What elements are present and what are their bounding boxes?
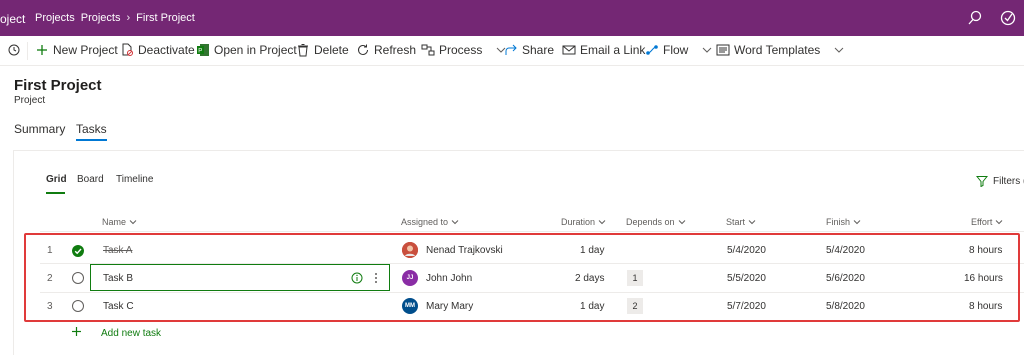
breadcrumb-item[interactable]: Projects <box>81 12 121 24</box>
flow-label: Flow <box>663 43 689 57</box>
plus-icon[interactable] <box>71 326 82 337</box>
breadcrumb-item[interactable]: Projects <box>35 12 75 24</box>
column-header-depends-on[interactable]: Depends on <box>626 217 686 227</box>
deactivate-button[interactable]: Deactivate <box>120 43 195 57</box>
column-header-duration[interactable]: Duration <box>561 217 606 227</box>
share-label: Share <box>522 43 555 57</box>
checkmark-circle-icon[interactable] <box>999 9 1017 27</box>
deactivate-label: Deactivate <box>138 43 195 57</box>
column-header-effort[interactable]: Effort <box>971 217 1003 227</box>
breadcrumb: Projects Projects › First Project <box>35 12 195 24</box>
column-label: Assigned to <box>401 217 449 227</box>
highlight-annotation <box>24 233 1020 322</box>
page-title: First Project <box>14 77 102 94</box>
share-icon <box>505 44 517 55</box>
add-new-task-button[interactable]: Add new task <box>101 328 161 339</box>
chevron-down-icon <box>996 220 1003 225</box>
filters-label: Filters ( <box>993 175 1024 187</box>
column-header-start[interactable]: Start <box>726 217 756 227</box>
project-icon: P <box>197 44 209 56</box>
filter-icon <box>976 176 988 187</box>
breadcrumb-item[interactable]: First Project <box>136 12 195 24</box>
delete-button[interactable]: Delete <box>296 43 349 57</box>
tab-tasks[interactable]: Tasks <box>76 122 107 141</box>
subtab-grid[interactable]: Grid <box>46 174 67 185</box>
process-button[interactable]: Process <box>421 43 508 57</box>
history-button[interactable] <box>7 43 21 57</box>
chevron-down-icon <box>748 220 756 225</box>
flow-icon <box>646 45 658 55</box>
chevron-down-icon <box>702 47 712 53</box>
delete-label: Delete <box>314 43 349 57</box>
email-a-link-button[interactable]: Email a Link <box>562 43 645 57</box>
app-name[interactable]: oject <box>0 12 25 26</box>
chevron-right-icon: › <box>126 12 131 24</box>
column-header-name[interactable]: Name <box>102 217 137 227</box>
tab-summary[interactable]: Summary <box>14 122 65 136</box>
refresh-button[interactable]: Refresh <box>356 43 416 57</box>
column-label: Depends on <box>626 217 675 227</box>
word-icon <box>716 44 730 56</box>
share-button[interactable]: Share <box>504 43 554 57</box>
column-header-finish[interactable]: Finish <box>826 217 861 227</box>
word-templates-button[interactable]: Word Templates <box>716 43 846 57</box>
active-tab-indicator <box>46 192 65 194</box>
flow-button[interactable]: Flow <box>645 43 714 57</box>
chevron-down-icon <box>678 220 685 225</box>
subtab-board[interactable]: Board <box>77 174 104 185</box>
svg-text:P: P <box>198 49 202 55</box>
chevron-down-icon <box>598 220 606 225</box>
open-in-project-label: Open in Project <box>214 43 297 57</box>
chevron-down-icon <box>834 47 844 53</box>
email-a-link-label: Email a Link <box>580 43 646 57</box>
column-label: Effort <box>971 217 993 227</box>
header-divider <box>40 231 1024 232</box>
search-icon[interactable] <box>966 9 984 27</box>
subtab-timeline[interactable]: Timeline <box>116 174 153 185</box>
column-header-assigned-to[interactable]: Assigned to <box>401 217 459 227</box>
open-in-project-button[interactable]: P Open in Project <box>196 43 297 57</box>
column-label: Name <box>102 217 127 227</box>
process-icon <box>421 44 435 56</box>
process-label: Process <box>439 43 483 57</box>
word-templates-label: Word Templates <box>734 43 821 57</box>
entity-type: Project <box>14 95 46 106</box>
chevron-down-icon <box>129 220 137 225</box>
filters-button[interactable]: Filters ( <box>976 175 1024 187</box>
command-bar: New Project Deactivate P Open in Project… <box>0 36 1024 66</box>
new-project-label: New Project <box>53 43 118 57</box>
chevron-down-icon <box>451 220 459 225</box>
document-blocked-icon <box>122 43 133 56</box>
refresh-icon <box>358 44 368 55</box>
app-header: oject Projects Projects › First Project <box>0 0 1024 36</box>
history-icon <box>8 44 20 56</box>
chevron-down-icon <box>853 220 861 225</box>
column-label: Start <box>726 217 746 227</box>
refresh-label: Refresh <box>374 43 417 57</box>
plus-icon <box>37 45 47 55</box>
mail-icon <box>562 45 576 55</box>
column-label: Duration <box>561 217 596 227</box>
new-project-button[interactable]: New Project <box>35 43 118 57</box>
column-label: Finish <box>826 217 851 227</box>
trash-icon <box>298 44 308 57</box>
